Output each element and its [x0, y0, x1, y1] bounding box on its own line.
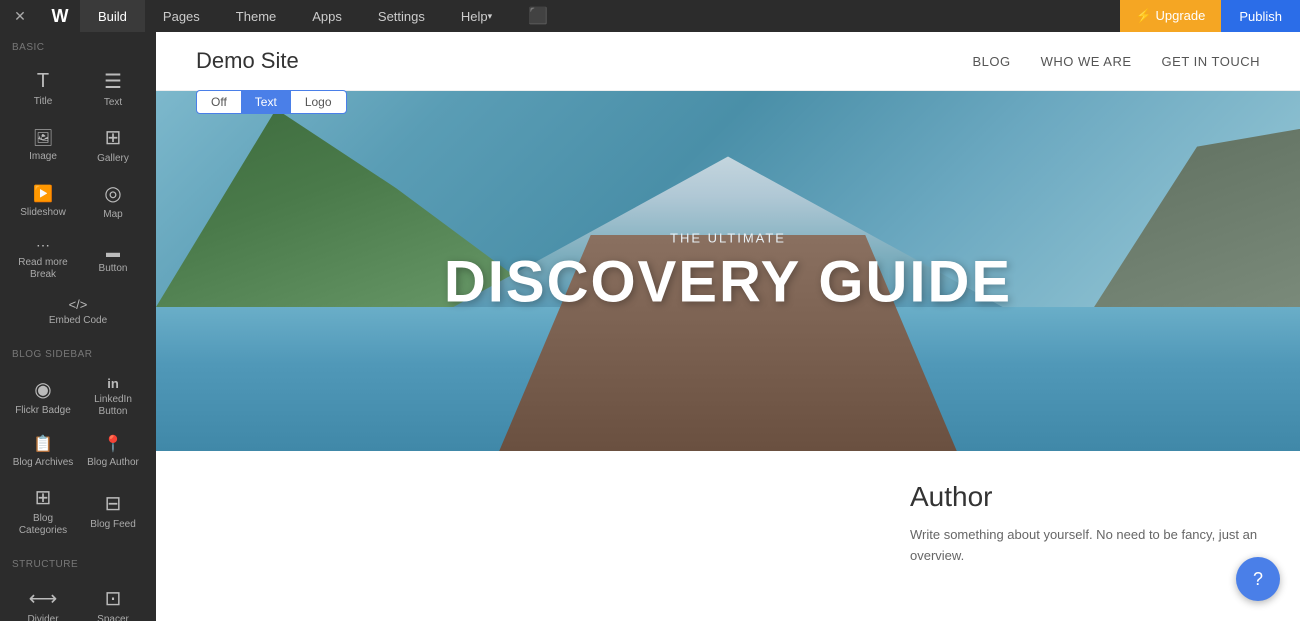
logo-icon: W: [40, 0, 80, 32]
spacer-icon: ⊡: [105, 586, 122, 611]
nav-link-blog[interactable]: BLOG: [972, 54, 1010, 69]
categories-icon: ⊞: [35, 485, 52, 510]
structure-section-grid: ⟷ Divider ⊡ Spacer: [0, 574, 156, 621]
sidebar-item-blog-author[interactable]: 📍 Blog Author: [78, 426, 148, 477]
slideshow-icon: ▶️: [33, 184, 53, 204]
toggle-text[interactable]: Text: [241, 91, 291, 113]
sidebar-item-button[interactable]: ▬ Button: [78, 229, 148, 289]
author-title: Author: [910, 481, 1260, 513]
main-layout: Basic T Title ☰ Text 🖼 Image ⊞ Gallery ▶…: [0, 32, 1300, 621]
readmore-icon: ⋯: [36, 237, 50, 254]
publish-button[interactable]: Publish: [1221, 0, 1300, 32]
sidebar-item-divider[interactable]: ⟷ Divider: [8, 578, 78, 621]
sidebar-item-map[interactable]: ◎ Map: [78, 173, 148, 229]
image-icon: 🖼: [33, 128, 53, 148]
divider-icon: ⟷: [29, 586, 58, 611]
section-label-basic: Basic: [0, 32, 156, 57]
map-icon: ◎: [104, 181, 121, 206]
toggle-logo[interactable]: Logo: [291, 91, 346, 113]
sidebar-item-blog-archives[interactable]: 📋 Blog Archives: [8, 426, 78, 477]
hero-background: THE ULTIMATE DISCOVERY GUIDE: [156, 91, 1300, 451]
close-icon: ✕: [14, 8, 26, 25]
site-frame: Demo Site BLOG WHO WE ARE GET IN TOUCH O…: [156, 32, 1300, 621]
blog-sidebar-section-grid: ◉ Flickr Badge in LinkedIn Button 📋 Blog…: [0, 364, 156, 549]
nav-link-who-we-are[interactable]: WHO WE ARE: [1041, 54, 1132, 69]
sidebar-item-gallery[interactable]: ⊞ Gallery: [78, 117, 148, 173]
top-nav-actions: ⚡ Upgrade Publish: [1120, 0, 1300, 32]
feed-icon: ⊟: [105, 491, 122, 516]
sidebar-item-image[interactable]: 🖼 Image: [8, 117, 78, 173]
sidebar-item-embed[interactable]: </> Embed Code: [8, 289, 148, 335]
sidebar-item-blog-categories[interactable]: ⊞ Blog Categories: [8, 477, 78, 545]
button-icon: ▬: [106, 244, 120, 260]
close-button[interactable]: ✕: [0, 0, 40, 32]
site-nav: BLOG WHO WE ARE GET IN TOUCH: [972, 54, 1260, 69]
archives-icon: 📋: [33, 434, 53, 454]
linkedin-icon: in: [107, 376, 119, 391]
hero-text: THE ULTIMATE DISCOVERY GUIDE: [444, 231, 1012, 312]
tab-pages[interactable]: Pages: [145, 0, 218, 32]
nav-tabs: Build Pages Theme Apps Settings Help ▾: [80, 0, 510, 32]
section-label-blog-sidebar: Blog Sidebar: [0, 339, 156, 364]
sidebar-item-text[interactable]: ☰ Text: [78, 61, 148, 117]
tab-settings[interactable]: Settings: [360, 0, 443, 32]
title-icon: T: [37, 70, 49, 93]
sidebar-item-flickr[interactable]: ◉ Flickr Badge: [8, 368, 78, 426]
device-icon: ⬛: [528, 6, 548, 26]
hero-section: THE ULTIMATE DISCOVERY GUIDE: [156, 91, 1300, 451]
author-icon: 📍: [103, 434, 123, 454]
flickr-icon: ◉: [34, 377, 51, 402]
tab-build[interactable]: Build: [80, 0, 145, 32]
nav-link-get-in-touch[interactable]: GET IN TOUCH: [1162, 54, 1260, 69]
sidebar-item-slideshow[interactable]: ▶️ Slideshow: [8, 173, 78, 229]
sidebar: Basic T Title ☰ Text 🖼 Image ⊞ Gallery ▶…: [0, 32, 156, 621]
toggle-widget: Off Text Logo: [196, 90, 347, 114]
text-icon: ☰: [104, 69, 122, 94]
author-section: Author Write something about yourself. N…: [156, 451, 1300, 597]
tab-apps[interactable]: Apps: [294, 0, 360, 32]
sidebar-item-readmore[interactable]: ⋯ Read more Break: [8, 229, 78, 289]
author-card: Author Write something about yourself. N…: [910, 481, 1260, 567]
hero-title: DISCOVERY GUIDE: [444, 254, 1012, 312]
toggle-off[interactable]: Off: [197, 91, 241, 113]
sidebar-item-linkedin[interactable]: in LinkedIn Button: [78, 368, 148, 426]
fab-button[interactable]: ?: [1236, 557, 1280, 601]
site-title: Demo Site: [196, 48, 299, 74]
gallery-icon: ⊞: [105, 125, 122, 150]
tab-theme[interactable]: Theme: [218, 0, 294, 32]
fab-icon: ?: [1253, 569, 1263, 590]
section-label-structure: Structure: [0, 549, 156, 574]
upgrade-button[interactable]: ⚡ Upgrade: [1120, 0, 1222, 32]
sidebar-item-blog-feed[interactable]: ⊟ Blog Feed: [78, 477, 148, 545]
site-header: Demo Site BLOG WHO WE ARE GET IN TOUCH O…: [156, 32, 1300, 91]
embed-icon: </>: [69, 297, 88, 312]
chevron-down-icon: ▾: [488, 11, 493, 22]
top-navigation: ✕ W Build Pages Theme Apps Settings Help…: [0, 0, 1300, 32]
author-text: Write something about yourself. No need …: [910, 525, 1260, 567]
tab-help[interactable]: Help ▾: [443, 0, 510, 32]
canvas-area: Demo Site BLOG WHO WE ARE GET IN TOUCH O…: [156, 32, 1300, 621]
basic-section-grid: T Title ☰ Text 🖼 Image ⊞ Gallery ▶️ Slid…: [0, 57, 156, 339]
sidebar-item-spacer[interactable]: ⊡ Spacer: [78, 578, 148, 621]
sidebar-item-title[interactable]: T Title: [8, 61, 78, 117]
hero-subtitle: THE ULTIMATE: [444, 231, 1012, 246]
device-toggle[interactable]: ⬛: [520, 6, 556, 26]
